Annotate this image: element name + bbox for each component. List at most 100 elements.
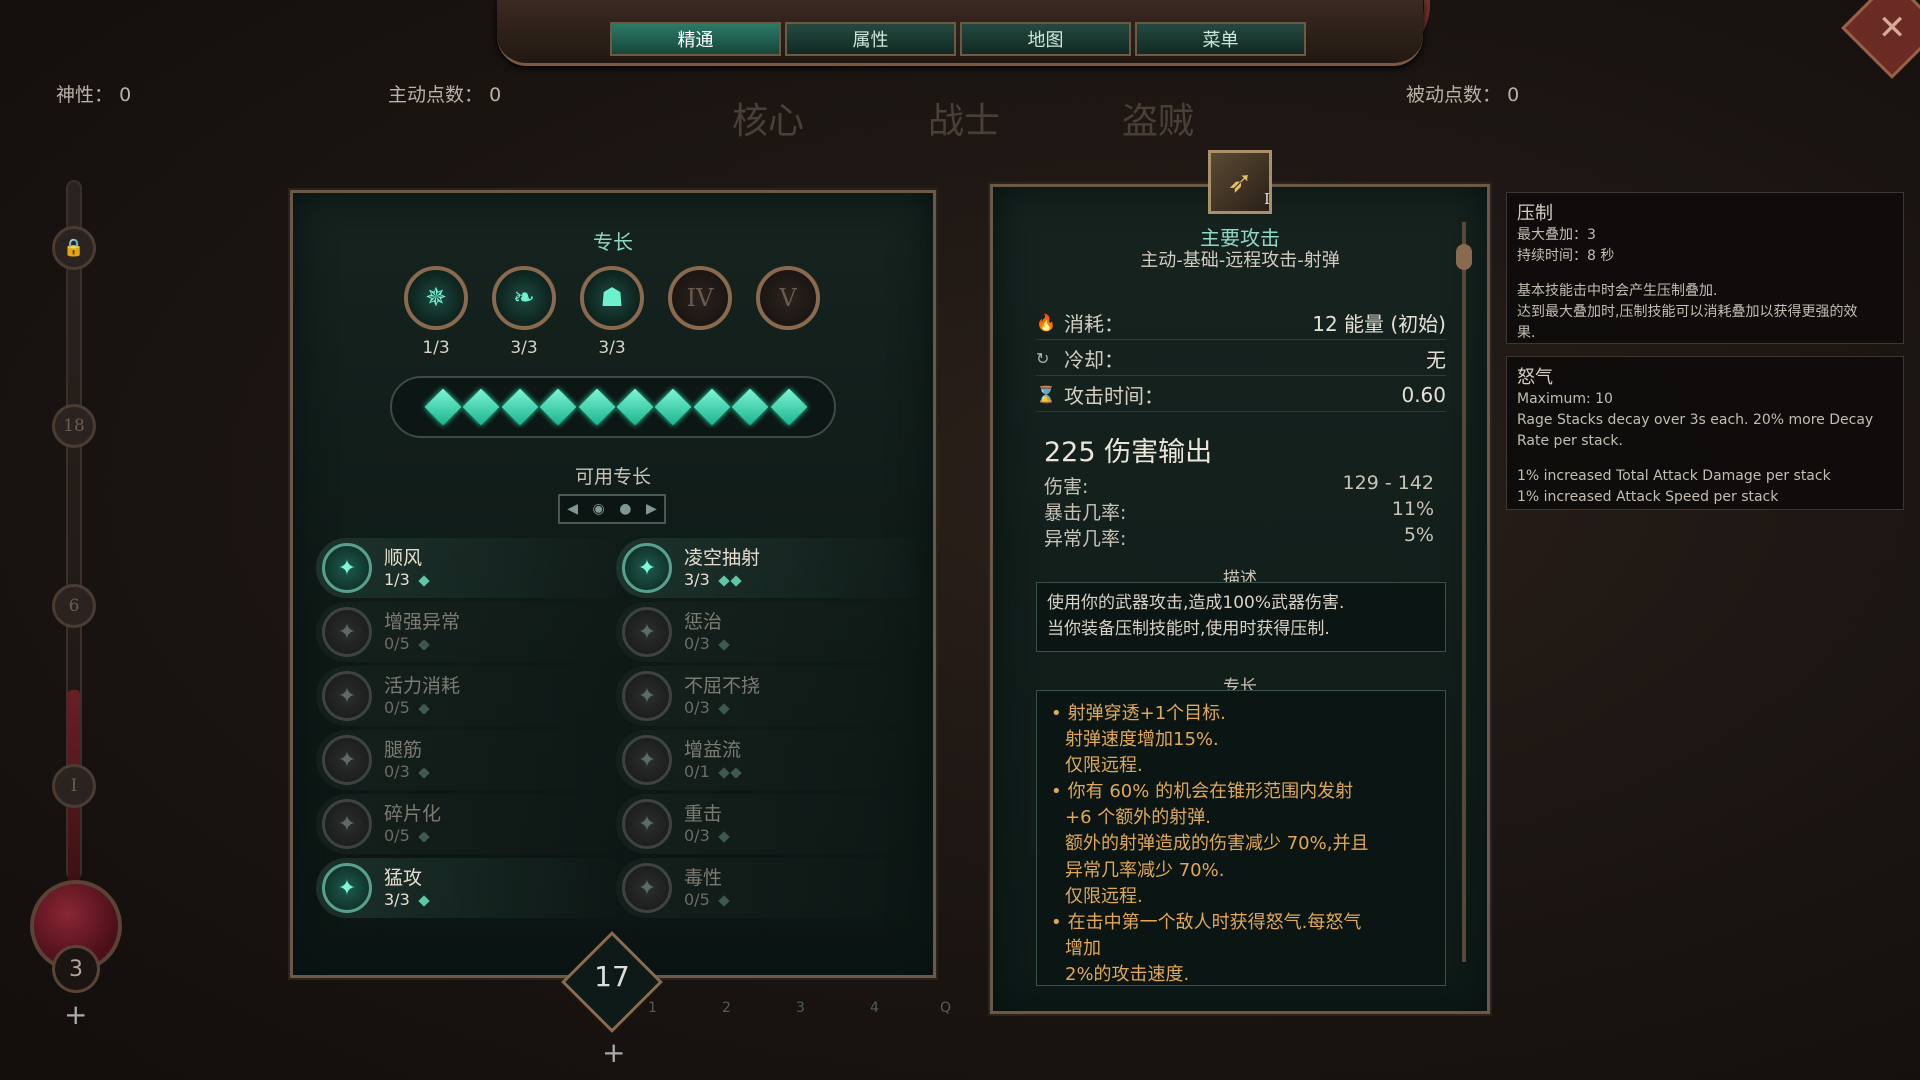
specialty-row[interactable]: ✦ 增益流 0/1 — [616, 730, 916, 790]
specialty-rank: 3/3 — [684, 570, 760, 589]
tab-menu[interactable]: 菜单 — [1135, 22, 1306, 56]
rail-plus-icon[interactable]: + — [64, 998, 87, 1031]
specialty-gem — [654, 388, 692, 426]
specialty-effect-text: 2%的攻击速度. — [1065, 963, 1190, 985]
specialty-row[interactable]: ✦ 惩治 0/3 — [616, 602, 916, 662]
specialty-rank: 0/1 — [684, 762, 742, 781]
specialty-rank-value: 3/3 — [384, 889, 410, 909]
specialty-effect-line: 射弹速度增加15%. — [1051, 727, 1431, 753]
specialty-rank: 0/3 — [384, 761, 430, 781]
poison-icon: ✦ — [622, 863, 672, 913]
specialty-row[interactable]: ✦ 增强异常 0/5 — [316, 602, 616, 662]
cooldown-row: ↻ 冷却： 无 — [1036, 342, 1446, 376]
hotbar-slot-q[interactable]: Q — [940, 1000, 951, 1016]
specialty-effect-text: 射弹速度增加15%. — [1065, 729, 1219, 751]
category-tab-rogue[interactable]: 盗贼 — [1122, 92, 1194, 144]
specialty-rank-value: 0/3 — [384, 761, 410, 781]
tooltip-line: 持续时间：8 秒 — [1517, 248, 1615, 264]
active-points-value: 0 — [489, 84, 502, 106]
description-line-1: 使用你的武器攻击,造成100%武器伤害. — [1047, 593, 1345, 613]
tooltip-line — [1517, 267, 1893, 281]
specialty-effect-line: • 在击中第一个敌人时获得怒气.每怒气 — [1051, 910, 1431, 936]
claw-icon: ✦ — [322, 735, 372, 785]
rank-pip-icon — [718, 831, 730, 843]
rank-2-ring[interactable]: ❧ — [492, 266, 556, 330]
specialty-row[interactable]: ✦ 毒性 0/5 — [616, 858, 916, 918]
gem-row — [424, 388, 807, 426]
specialty-gem — [424, 388, 462, 426]
specialty-effect-text: 你有 60% 的机会在锥形范围内发射 — [1067, 781, 1354, 803]
attack-time-row: ⌛ 攻击时间： 0.60 — [1036, 378, 1446, 412]
specialty-effect-text: 异常几率减少 70%. — [1065, 859, 1225, 881]
specialty-gem — [539, 388, 577, 426]
specialty-row[interactable]: ✦ 活力消耗 0/5 — [316, 666, 616, 726]
ailment-line: 异常几率: 5% — [1044, 524, 1434, 551]
specialty-text: 增益流 0/1 — [684, 739, 742, 781]
available-specialties-title: 可用专长 — [574, 466, 651, 488]
tab-mastery[interactable]: 精通 — [610, 22, 781, 56]
specialty-row[interactable]: ✦ 重击 0/3 — [616, 794, 916, 854]
passive-points-label: 被动点数： — [1406, 84, 1502, 106]
hotbar-slot-4[interactable]: 4 — [870, 1000, 879, 1016]
pager-prev-icon[interactable]: ◀ — [567, 501, 578, 517]
specialty-name: 增强异常 — [384, 611, 461, 633]
detail-scrollbar[interactable] — [1462, 222, 1466, 962]
category-tab-core[interactable]: 核心 — [732, 92, 804, 144]
tooltip-suppression: 压制 最大叠加：3 持续时间：8 秒 基本技能击中时会产生压制叠加. 达到最大叠… — [1506, 192, 1904, 344]
rank-3-ring[interactable]: ☗ — [580, 266, 644, 330]
detail-scroll-thumb[interactable] — [1456, 244, 1472, 270]
hotbar-slot-1[interactable]: 1 — [648, 1000, 657, 1016]
pager-dot[interactable]: ● — [619, 501, 631, 517]
close-button[interactable]: ✕ — [1841, 0, 1920, 79]
specialty-name: 惩治 — [684, 611, 723, 633]
volley-icon: ✦ — [622, 543, 672, 593]
rail-node-1: I — [52, 764, 96, 808]
attack-time-label: 攻击时间： — [1064, 384, 1164, 408]
specialty-rank: 0/5 — [384, 634, 460, 653]
specialty-text: 重击 0/3 — [684, 803, 730, 845]
specialty-effect-text: 在击中第一个敌人时获得怒气.每怒气 — [1067, 911, 1362, 933]
bow-icon: ➶ — [1208, 150, 1272, 214]
specialty-text: 凌空抽射 3/3 — [684, 547, 760, 589]
passive-points-value: 0 — [1507, 84, 1520, 106]
add-specialty-plus-icon[interactable]: + — [602, 1036, 625, 1069]
wing-icon: ❧ — [513, 283, 535, 313]
orb-level: 3 — [52, 945, 100, 993]
specialty-gem — [693, 388, 731, 426]
specialty-row[interactable]: ✦ 不屈不挠 0/3 — [616, 666, 916, 726]
specialty-effect-text: 增加 — [1065, 937, 1101, 959]
rank-1-ring[interactable]: ✵ — [404, 266, 468, 330]
hotbar-slot-2[interactable]: 2 — [722, 1000, 731, 1016]
tab-map[interactable]: 地图 — [960, 22, 1131, 56]
specialty-effect-text: 仅限远程. — [1065, 885, 1143, 907]
skill-tags: 主动-基础-远程攻击-射弹 — [1140, 250, 1340, 271]
hourglass-icon: ⌛ — [1036, 385, 1056, 404]
specialty-rank-value: 0/5 — [684, 889, 710, 909]
specialty-text: 毒性 0/5 — [684, 867, 730, 909]
tab-attributes[interactable]: 属性 — [785, 22, 956, 56]
rank-4-ring[interactable]: IV — [668, 266, 732, 330]
rank-5-ring[interactable]: V — [756, 266, 820, 330]
specialty-rank-value: 0/5 — [384, 825, 410, 845]
specialty-name: 不屈不挠 — [684, 675, 761, 697]
tooltip-line: 最大叠加：3 — [1517, 227, 1596, 243]
specialty-row[interactable]: ✦ 碎片化 0/5 — [316, 794, 616, 854]
hotbar-slot-3[interactable]: 3 — [796, 1000, 805, 1016]
pager-next-icon[interactable]: ▶ — [646, 501, 657, 517]
specialty-row[interactable]: ✦ 腿筋 0/3 — [316, 730, 616, 790]
specialty-row[interactable]: ✦ 凌空抽射 3/3 — [616, 538, 916, 598]
specialty-gem — [616, 388, 654, 426]
pager-dot-active[interactable]: ◉ — [593, 501, 605, 517]
specialty-row[interactable]: ✦ 顺风 1/3 — [316, 538, 616, 598]
active-points-stat: 主动点数： 0 — [388, 80, 501, 107]
category-tab-warrior[interactable]: 战士 — [928, 92, 1000, 144]
tooltip-line: Rage Stacks decay over 3s each. 20% more… — [1517, 412, 1874, 428]
heavy-blow-icon: ✦ — [622, 799, 672, 849]
tooltip-line: 达到最大叠加时,压制技能可以消耗叠加以获得更强的效 — [1517, 304, 1858, 320]
specialty-row[interactable]: ✦ 猛攻 3/3 — [316, 858, 616, 918]
skull-icon: ✦ — [322, 607, 372, 657]
divinity-value: 0 — [119, 84, 132, 106]
specialty-text: 猛攻 3/3 — [384, 867, 430, 909]
description-box: 使用你的武器攻击,造成100%武器伤害. 当你装备压制技能时,使用时获得压制. — [1036, 582, 1446, 652]
rank-2-count: 3/3 — [510, 338, 538, 358]
